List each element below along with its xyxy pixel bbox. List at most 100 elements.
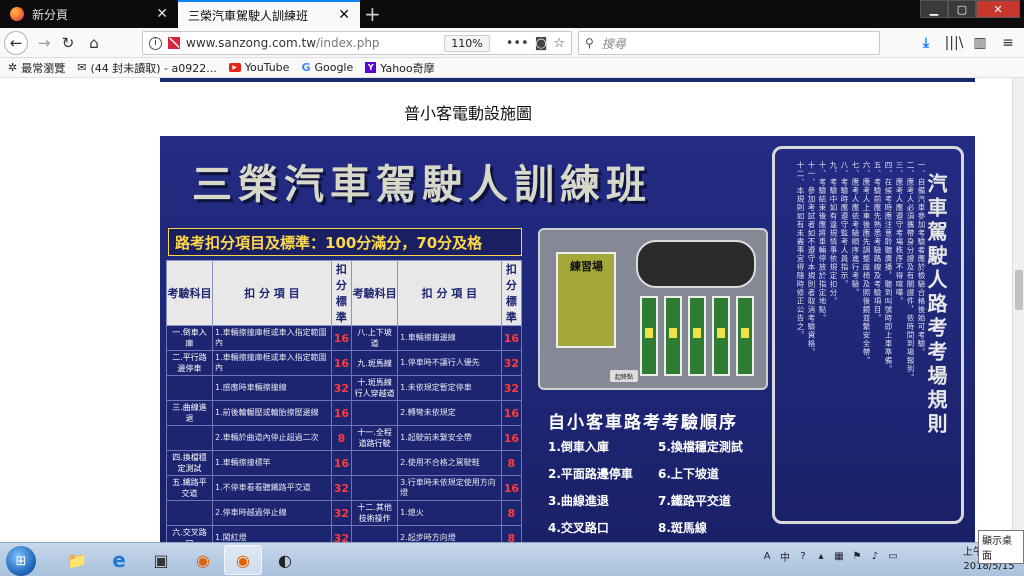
pocket-icon[interactable]: ◙ [535, 36, 548, 51]
subject-cell: 九.斑馬線 [351, 350, 399, 376]
reload-button[interactable]: ↻ [56, 31, 80, 55]
subject-cell [351, 450, 399, 476]
close-icon[interactable]: ✕ [338, 7, 350, 23]
parking-strip [688, 296, 706, 376]
facility-sign-image: 三榮汽車駕駛人訓練班 路考扣分項目及標準：100分滿分，70分及格 考驗科目 扣… [160, 136, 975, 542]
rule-item: 八、考驗時應遵守監考人員指示。 [840, 161, 849, 289]
network-icon[interactable]: ▦ [832, 549, 846, 563]
tab-sanzong[interactable]: 三榮汽車駕駛人訓練班 ✕ [178, 0, 360, 28]
subject-cell: 二.平行路邊停車 [166, 350, 213, 376]
rule-item: 三、應考人應遵守考場秩序不得喧嘩。 [895, 161, 904, 306]
firefox-active-icon[interactable]: ◉ [224, 545, 262, 575]
tab-strip: 新分頁 ✕ 三榮汽車駕駛人訓練班 ✕ + ▁ ▢ ✕ [0, 0, 1024, 28]
explorer-icon[interactable]: 📁 [58, 545, 96, 575]
maximize-button[interactable]: ▢ [948, 0, 976, 18]
practice-field-label: 練習場 [570, 260, 603, 273]
yahoo-icon: Y [365, 62, 377, 73]
page-actions-menu-icon[interactable]: ••• [506, 36, 529, 51]
download-icon[interactable]: ⤓ [914, 31, 938, 55]
points-cell: 8 [330, 425, 353, 451]
points-cell: 16 [330, 450, 353, 476]
subject-cell [166, 375, 213, 401]
rule-item: 四、在候考時應注意聆聽廣播，聽到叫號時即上車準備。 [884, 161, 893, 374]
page-title: 普小客電動設施圖 [404, 104, 533, 123]
item-cell: 2.轉彎未依規定 [397, 400, 502, 426]
forward-button[interactable]: → [32, 31, 56, 55]
table-row: 五.鐵路平交道 1.不停車看看聽鐵路平交道 32 3.行車時未依規定使用方向燈 16 [166, 475, 523, 501]
header-rule [160, 78, 975, 82]
window-close-button[interactable]: ✕ [976, 0, 1020, 18]
exam-order-item: 4.交叉路口 [548, 521, 609, 535]
column-header: 扣 分 項 目 [212, 260, 332, 326]
flag-icon[interactable]: ⚑ [850, 549, 864, 563]
start-button[interactable]: ⊞ [6, 546, 36, 576]
app-icon[interactable]: ▣ [142, 545, 180, 575]
item-cell: 2.車輛於曲道內停止超過二次 [212, 425, 332, 451]
info-icon[interactable]: i [149, 36, 162, 50]
new-tab-button[interactable]: + [364, 2, 381, 26]
tab-label: 新分頁 [32, 7, 69, 22]
internet-explorer-icon[interactable]: e [100, 545, 138, 575]
table-row: 2.車輛於曲道內停止超過二次 8 十一.全程道路行駛 1.起駛前未繫安全帶 16 [166, 425, 523, 451]
bookmark-mail[interactable]: ✉ (44 封未讀取) - a0922... [77, 60, 216, 76]
subject-cell [166, 500, 213, 526]
table-row: 四.換檔穩定測試 1.車輛擦撞標竿 16 2.使用不合格之駕駛鞋 8 [166, 450, 523, 476]
tab-label: 三榮汽車駕駛人訓練班 [188, 8, 309, 23]
url-bar[interactable]: i www.sanzong.com.tw/index.php 110% ••• … [142, 31, 572, 55]
exam-order-item: 8.斑馬線 [658, 521, 707, 535]
exam-order-item: 7.鐵路平交道 [658, 494, 731, 508]
table-row: 二.平行路邊停車 1.車輛擦撞庫框或車入指定範圍內 16 九.斑馬線 1.停車時不讓行人… [166, 350, 523, 376]
subject-cell: 一.倒車入庫 [166, 325, 213, 351]
search-placeholder: 搜尋 [601, 36, 626, 51]
scroll-thumb[interactable] [1015, 270, 1023, 310]
url-path: /index.php [316, 36, 380, 50]
item-cell: 1.熄火 [397, 500, 502, 526]
app-icon[interactable]: ◐ [266, 545, 304, 575]
url-host: www.sanzong.com.tw [186, 36, 317, 50]
bookmark-youtube[interactable]: ▶ YouTube [228, 61, 289, 74]
points-cell: 32 [330, 525, 353, 542]
points-cell: 16 [500, 325, 523, 351]
item-cell: 1.車輛擦撞邊線 [397, 325, 502, 351]
rules-columns: 一、自備汽車參加考驗者應於檢驗合格後始可考驗。 二、應考人必須攜帶身分證及有關證件… [785, 161, 927, 513]
item-cell: 2.停車時越過停止線 [212, 500, 332, 526]
bookmark-yahoo[interactable]: Y Yahoo奇摩 [365, 60, 435, 76]
item-cell: 2.起步時方向燈 [397, 525, 502, 542]
volume-icon[interactable]: ♪ [868, 549, 882, 563]
rule-item: 七、應考人應依考驗順序進行考驗。 [851, 161, 860, 297]
start-finish-label: 起終點 [610, 370, 638, 382]
page-content: 普小客電動設施圖 三榮汽車駕駛人訓練班 路考扣分項目及標準：100分滿分，70分… [0, 78, 1012, 542]
language-bar-icon[interactable]: A [760, 549, 774, 563]
minimize-button[interactable]: ▁ [920, 0, 948, 18]
bookmark-most-visited[interactable]: ✲ 最常瀏覽 [8, 60, 65, 76]
back-button[interactable]: ← [4, 31, 28, 55]
item-cell: 1.未依規定暫定停車 [397, 375, 502, 401]
bookmark-google[interactable]: G Google [301, 61, 353, 74]
zoom-level-button[interactable]: 110% [444, 34, 490, 52]
home-button[interactable]: ⌂ [82, 31, 106, 55]
subject-cell: 三.曲線進退 [166, 400, 213, 426]
tab-new-page[interactable]: 新分頁 ✕ [0, 0, 178, 28]
vertical-scrollbar[interactable] [1012, 78, 1024, 542]
item-cell: 1.起駛前未繫安全帶 [397, 425, 502, 451]
blocked-permission-icon[interactable] [168, 37, 180, 49]
item-cell: 1.闖紅燈 [212, 525, 332, 542]
url-text[interactable]: www.sanzong.com.tw/index.php [186, 36, 444, 50]
bookmark-label: (44 封未讀取) - a0922... [90, 61, 217, 75]
chevron-up-icon[interactable]: ▴ [814, 549, 828, 563]
bookmark-star-icon[interactable]: ☆ [553, 36, 565, 51]
firefox-taskbar-icon[interactable]: ◉ [184, 545, 222, 575]
close-icon[interactable]: ✕ [156, 6, 168, 22]
library-icon[interactable]: |||\ [942, 31, 966, 55]
rule-item: 十二、本規則如有未盡事宜得隨時修正公告之。 [796, 161, 805, 340]
sign-title: 三榮汽車駕駛人訓練班 [192, 161, 652, 208]
subject-cell: 五.鐵路平交道 [166, 475, 213, 501]
points-cell: 32 [500, 375, 523, 401]
search-input[interactable]: ⚲ 搜尋 [578, 31, 880, 55]
help-icon[interactable]: ? [796, 549, 810, 563]
table-row: 六.交叉路口1.闖紅燈32 2.起步時方向燈8 [166, 525, 523, 542]
sidebar-icon[interactable]: ▥ [968, 31, 992, 55]
monitor-icon[interactable]: ▭ [886, 549, 900, 563]
ime-icon[interactable]: 中 [778, 549, 792, 564]
hamburger-menu-icon[interactable]: ≡ [996, 31, 1020, 55]
